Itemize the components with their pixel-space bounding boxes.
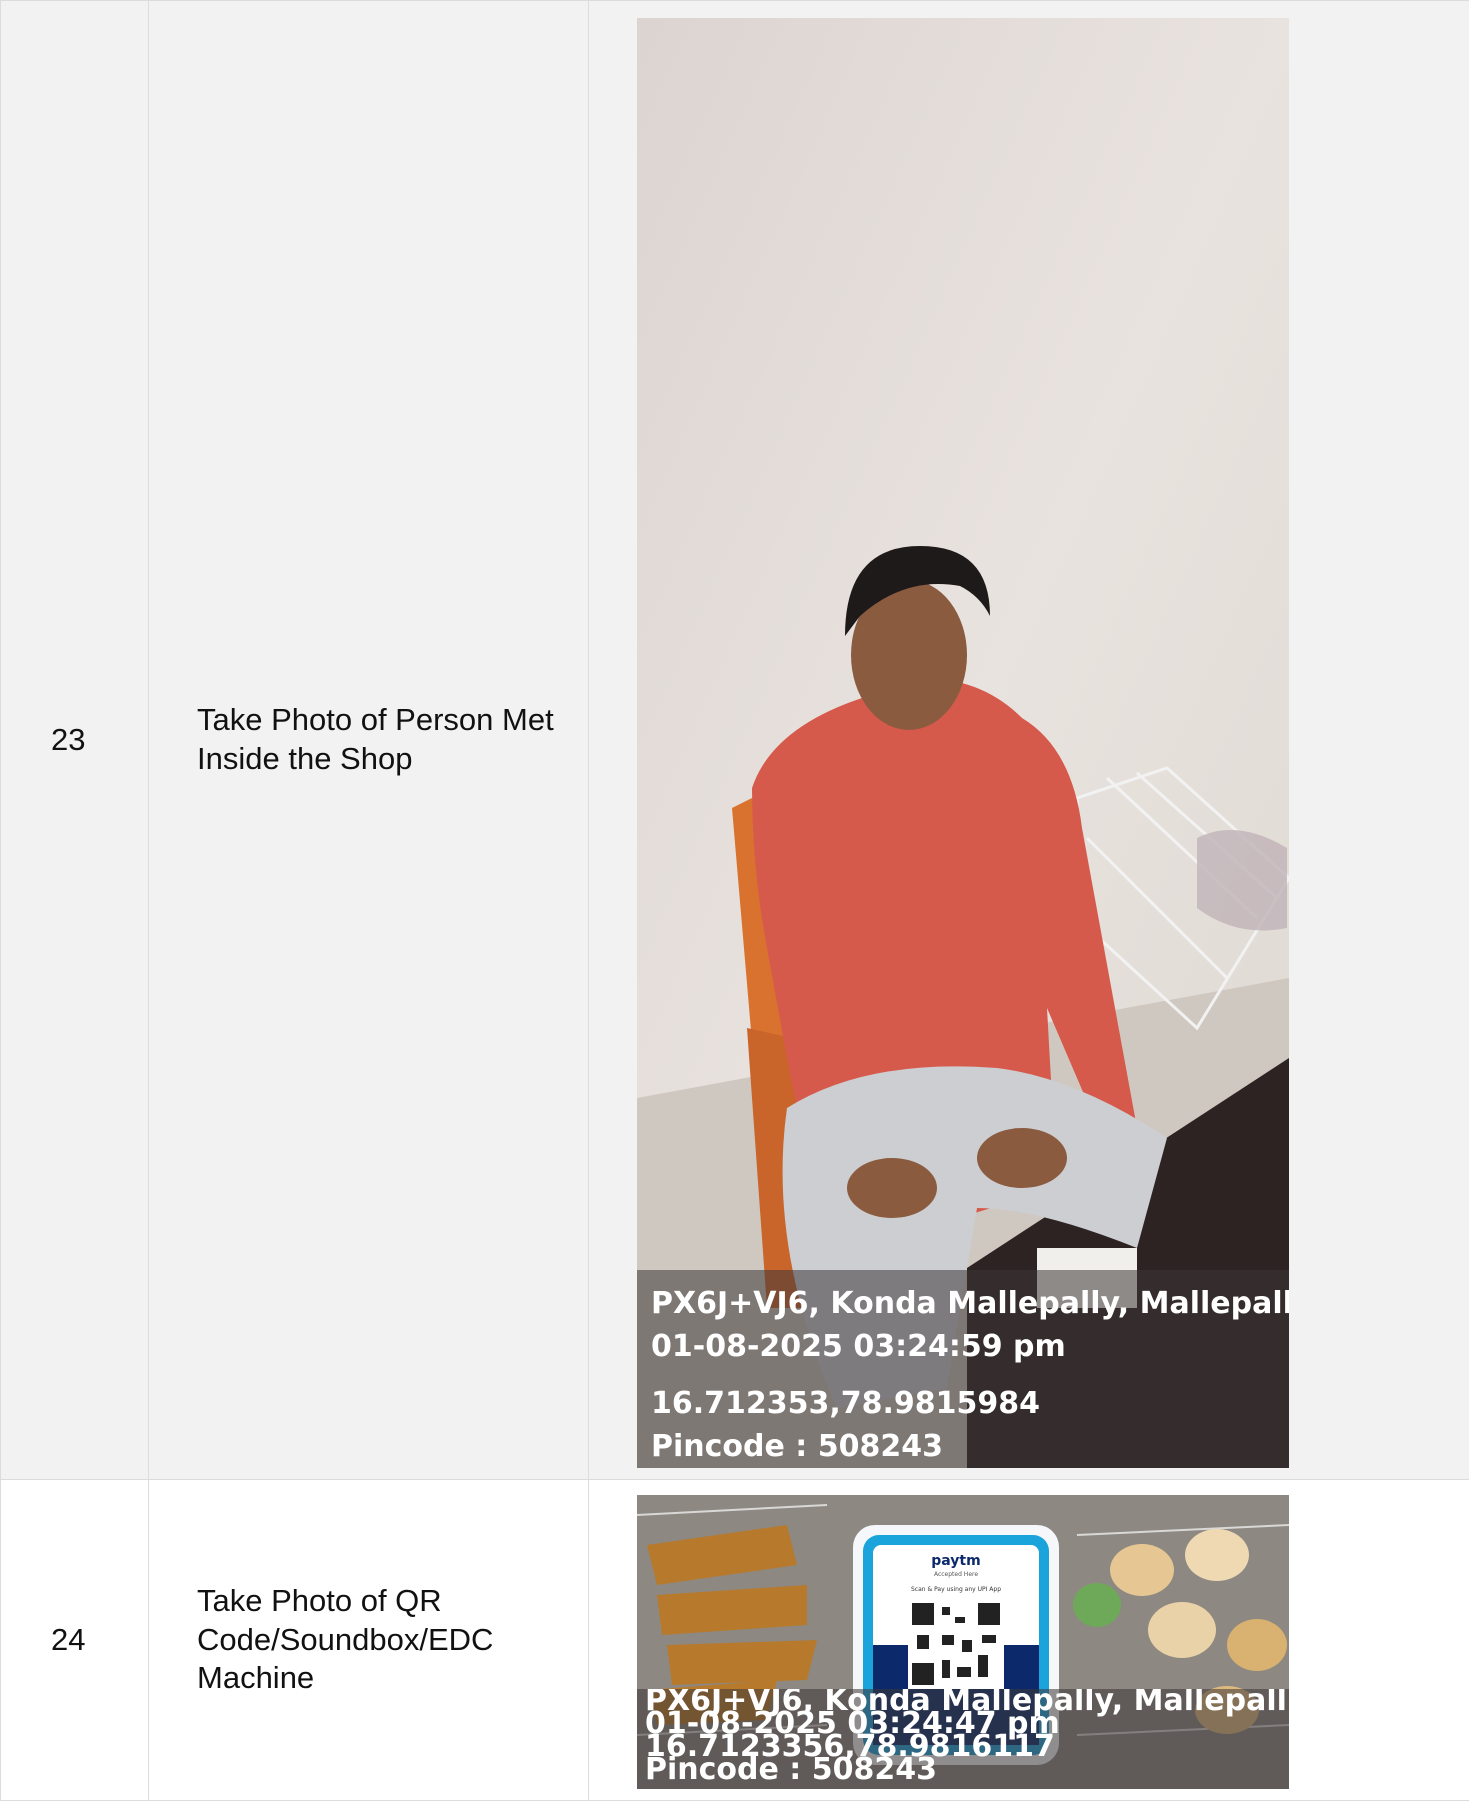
geotag-overlay: PX6J+VJ6, Konda Mallepally, Mallepalli, … — [637, 1689, 1289, 1789]
geotag-overlay: PX6J+VJ6, Konda Mallepally, Mallepalli, … — [637, 1270, 1289, 1468]
row-description: Take Photo of Person Met Inside the Shop — [149, 1, 589, 1480]
table-row: 24 Take Photo of QR Code/Soundbox/EDC Ma… — [1, 1480, 1469, 1801]
table-row: 23 Take Photo of Person Met Inside the S… — [1, 1, 1469, 1480]
paytm-scan-text: Scan & Pay using any UPI App — [911, 1586, 1001, 1593]
geotag-pincode: Pincode : 508243 — [651, 1425, 1275, 1468]
person-photo-image — [637, 18, 1289, 1468]
row-number: 23 — [1, 1, 149, 1480]
row-description: Take Photo of QR Code/Soundbox/EDC Machi… — [149, 1480, 589, 1801]
qr-code-photo[interactable]: paytm Accepted Here Scan & Pay using any… — [637, 1495, 1289, 1789]
paytm-logo: paytm — [931, 1553, 980, 1569]
row-number: 24 — [1, 1480, 149, 1801]
photo-cell: PX6J+VJ6, Konda Mallepally, Mallepalli, … — [589, 1, 1469, 1480]
geotag-coords: 16.712353,78.9815984 — [651, 1382, 1275, 1425]
person-photo[interactable]: PX6J+VJ6, Konda Mallepally, Mallepalli, … — [637, 18, 1289, 1468]
paytm-caption: Accepted Here — [934, 1571, 978, 1578]
photo-cell: paytm Accepted Here Scan & Pay using any… — [589, 1480, 1469, 1801]
report-table: 23 Take Photo of Person Met Inside the S… — [0, 0, 1469, 1801]
geotag-datetime: 01-08-2025 03:24:59 pm — [651, 1325, 1275, 1368]
geotag-address: PX6J+VJ6, Konda Mallepally, Mallepalli, … — [651, 1282, 1275, 1325]
